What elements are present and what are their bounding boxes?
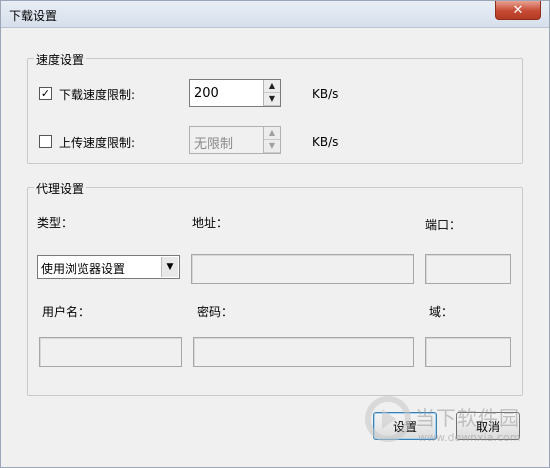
proxy-settings-legend: 代理设置 <box>34 180 87 197</box>
spin-up-icon[interactable]: ▲ <box>264 127 280 140</box>
spin-up-icon[interactable]: ▲ <box>264 80 280 93</box>
proxy-password-label: 密码： <box>197 305 234 319</box>
spin-down-icon[interactable]: ▼ <box>264 140 280 153</box>
watermark-text: 当下软件园 <box>415 406 520 430</box>
proxy-type-value: 使用浏览器设置 <box>41 262 126 276</box>
download-limit-checkbox[interactable]: ✓ <box>39 87 52 100</box>
download-limit-label: 下载速度限制: <box>59 88 136 102</box>
proxy-port-label: 端口： <box>425 218 462 232</box>
upload-limit-unit: KB/s <box>312 135 339 149</box>
proxy-settings-group: 代理设置 类型： 地址： 端口： 使用浏览器设置 ▼ 用户名： 密码： 域： <box>27 180 523 396</box>
proxy-username-label: 用户名： <box>42 305 91 319</box>
proxy-username-input[interactable] <box>39 337 182 367</box>
close-icon: ✕ <box>512 2 524 18</box>
proxy-type-label: 类型： <box>37 216 74 230</box>
upload-limit-checkbox[interactable] <box>39 135 52 148</box>
watermark-logo-icon <box>365 396 411 442</box>
speed-settings-group: 速度设置 ✓ 下载速度限制: 200 ▲ ▼ KB/s 上传速度限制: 无限制 … <box>27 51 523 164</box>
proxy-port-input[interactable] <box>425 254 511 284</box>
proxy-password-input[interactable] <box>193 337 414 367</box>
upload-limit-label: 上传速度限制: <box>59 136 136 150</box>
close-button[interactable]: ✕ <box>495 1 541 20</box>
download-limit-unit: KB/s <box>312 87 339 101</box>
watermark-url: www.downxia.com <box>418 431 521 444</box>
proxy-address-input[interactable] <box>191 254 414 284</box>
window-title: 下载设置 <box>9 9 58 23</box>
proxy-domain-label: 域： <box>429 305 454 319</box>
proxy-address-label: 地址： <box>192 216 229 230</box>
proxy-type-select[interactable]: 使用浏览器设置 ▼ <box>37 255 180 279</box>
spin-down-icon[interactable]: ▼ <box>264 93 280 106</box>
download-limit-value: 200 <box>194 86 219 101</box>
download-settings-dialog: 下载设置 ✕ 速度设置 ✓ 下载速度限制: 200 ▲ ▼ KB/s 上传速度限… <box>0 0 550 468</box>
speed-settings-legend: 速度设置 <box>34 51 87 68</box>
upload-limit-value: 无限制 <box>194 137 234 152</box>
download-limit-spinbox[interactable]: 200 ▲ ▼ <box>189 79 281 107</box>
chevron-down-icon[interactable]: ▼ <box>161 257 178 277</box>
proxy-domain-input[interactable] <box>425 337 511 367</box>
watermark-logo <box>364 395 412 446</box>
checkmark-icon: ✓ <box>40 87 51 100</box>
upload-limit-spinbox[interactable]: 无限制 ▲ ▼ <box>189 126 281 154</box>
title-bar[interactable]: 下载设置 ✕ <box>1 1 549 28</box>
